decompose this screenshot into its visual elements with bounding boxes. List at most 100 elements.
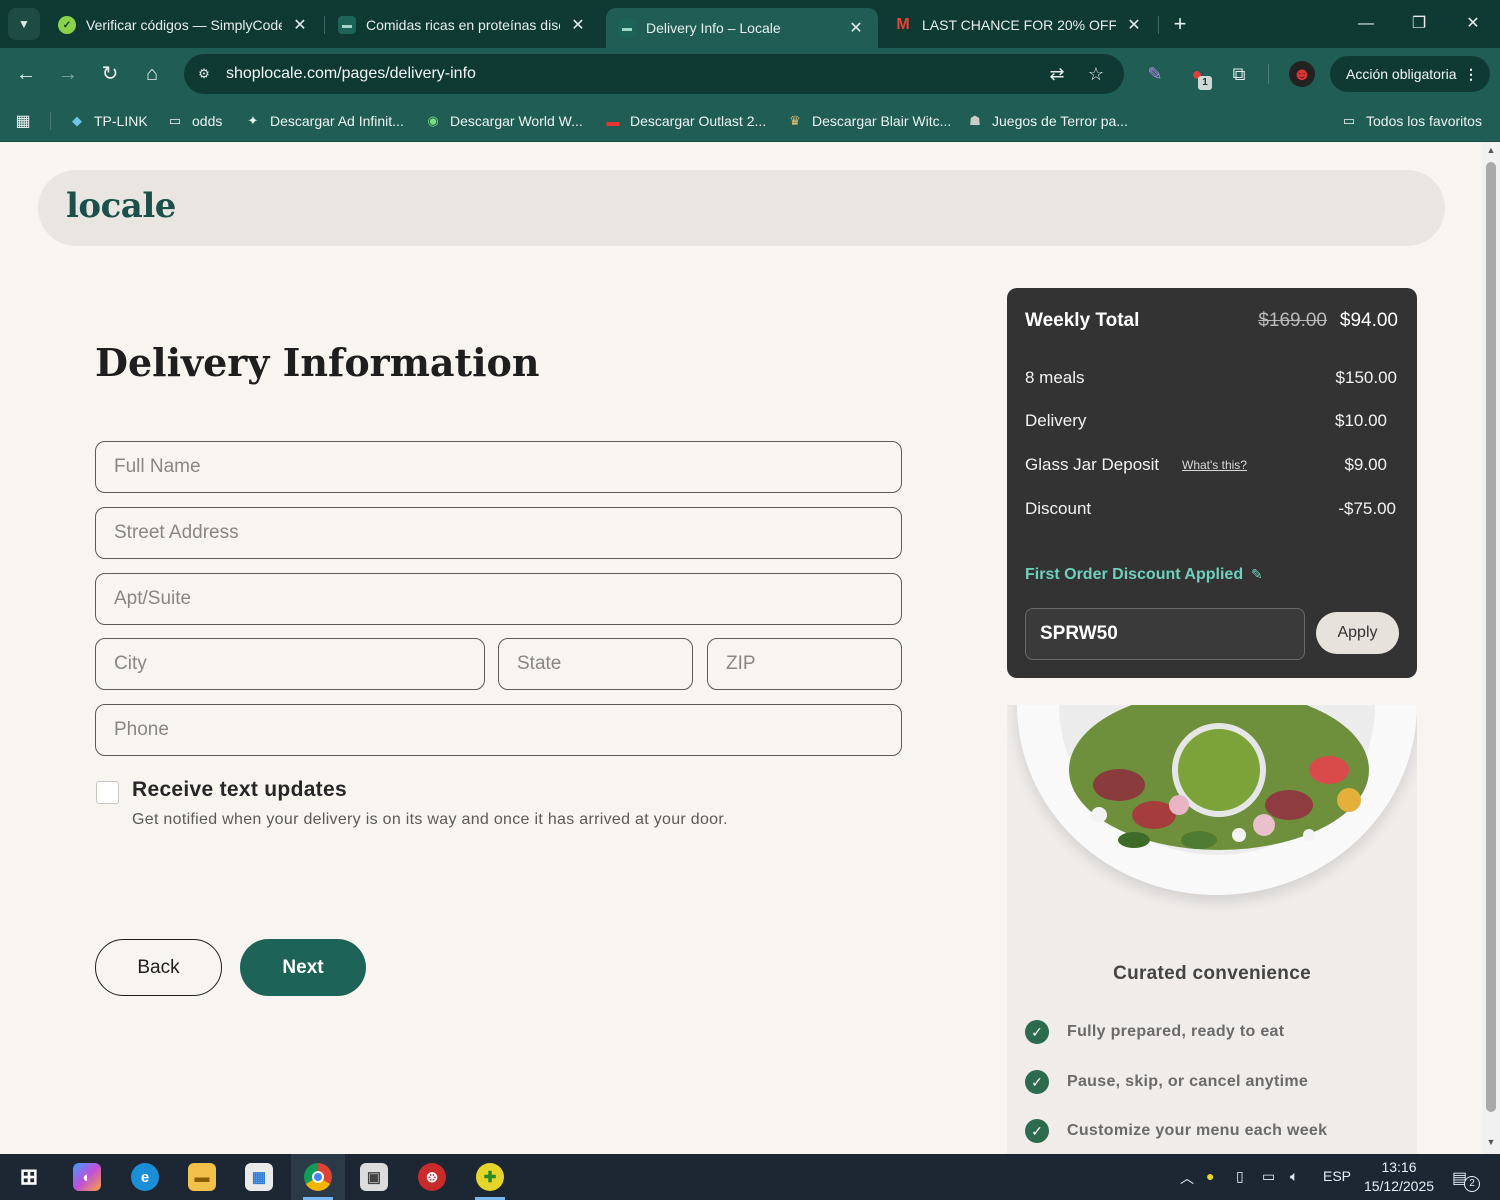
- apply-button[interactable]: Apply: [1316, 612, 1399, 654]
- bookmark-juegos-terror[interactable]: ☗ Juegos de Terror pa...: [966, 110, 1128, 132]
- curated-convenience-title: Curated convenience: [1113, 963, 1311, 984]
- taskbar-store[interactable]: ▦: [232, 1154, 286, 1200]
- taskbar-chrome[interactable]: [291, 1154, 345, 1200]
- edit-promo-icon[interactable]: ✎: [1251, 566, 1263, 583]
- taskbar-app-green[interactable]: ✚: [463, 1154, 517, 1200]
- next-button[interactable]: Next: [240, 939, 366, 996]
- close-tab-icon[interactable]: ✕: [290, 15, 310, 35]
- extension-badge: 1: [1198, 76, 1212, 90]
- back-arrow-icon[interactable]: ←: [12, 60, 40, 88]
- apt-suite-input[interactable]: [95, 573, 902, 625]
- folder-icon: ▬: [188, 1163, 216, 1191]
- pen-extension-icon[interactable]: ✎: [1142, 61, 1168, 87]
- tab-title: LAST CHANCE FOR 20% OFF - mail: [922, 17, 1116, 33]
- scrollbar-thumb[interactable]: [1486, 162, 1496, 1112]
- menu-dots-icon[interactable]: ⋮: [1464, 56, 1478, 92]
- url-text[interactable]: shoplocale.com/pages/delivery-info: [226, 65, 476, 83]
- close-window-icon[interactable]: ✕: [1459, 10, 1487, 38]
- tab-title: Delivery Info – Locale: [646, 20, 781, 36]
- forward-arrow-icon[interactable]: →: [54, 60, 82, 88]
- taskbar-edge[interactable]: e: [118, 1154, 172, 1200]
- apps-grid-icon[interactable]: ▦: [14, 110, 40, 132]
- text-updates-checkbox[interactable]: [96, 781, 119, 804]
- language-indicator[interactable]: ESP: [1323, 1168, 1351, 1184]
- promo-code-input[interactable]: SPRW50: [1025, 608, 1305, 660]
- address-bar[interactable]: ⚙ shoplocale.com/pages/delivery-info ⇄ ☆: [184, 54, 1124, 94]
- bookmark-divider: [50, 112, 51, 130]
- action-required-button[interactable]: Acción obligatoria ⋮: [1330, 56, 1490, 92]
- street-address-input[interactable]: [95, 507, 902, 559]
- phone-input[interactable]: [95, 704, 902, 756]
- minimize-icon[interactable]: —: [1352, 10, 1380, 38]
- taskbar-photos[interactable]: ▣: [347, 1154, 401, 1200]
- tab-divider: [324, 16, 325, 34]
- text-updates-label[interactable]: Receive text updates: [132, 778, 347, 802]
- zip-input[interactable]: [707, 638, 902, 690]
- tab-delivery-info[interactable]: ▬ Delivery Info – Locale ✕: [606, 8, 878, 48]
- tray-expand-icon[interactable]: ︿: [1180, 1168, 1194, 1188]
- bookmark-label: Descargar Blair Witc...: [812, 113, 952, 129]
- whats-this-link[interactable]: What's this?: [1182, 458, 1247, 472]
- order-summary-card: Weekly Total $169.00 $94.00 8 meals $150…: [1007, 288, 1417, 678]
- close-tab-icon[interactable]: ✕: [1124, 15, 1144, 35]
- bookmark-star-icon[interactable]: ☆: [1085, 63, 1107, 85]
- benefit-text: Fully prepared, ready to eat: [1067, 1023, 1285, 1040]
- plus-app-icon: ✚: [476, 1163, 504, 1191]
- locale-icon: ▬: [618, 19, 636, 37]
- benefit-text: Customize your menu each week: [1067, 1122, 1328, 1139]
- clock[interactable]: 13:16 15/12/2025: [1362, 1158, 1436, 1196]
- all-bookmarks[interactable]: ▭ Todos los favoritos: [1340, 110, 1482, 132]
- taskbar-game[interactable]: ⊛: [405, 1154, 459, 1200]
- promo-applied-text[interactable]: First Order Discount Applied: [1025, 566, 1243, 584]
- tab-simplycodes[interactable]: ✓ Verificar códigos — SimplyCodes ✕: [46, 6, 322, 44]
- restore-icon[interactable]: ❐: [1405, 10, 1433, 38]
- locale-logo[interactable]: locale: [66, 186, 176, 226]
- volume-icon[interactable]: 🔈︎: [1290, 1168, 1298, 1185]
- site-info-icon[interactable]: ⚙: [194, 64, 214, 84]
- benefit-item: ✓ Pause, skip, or cancel anytime: [1025, 1069, 1308, 1095]
- bookmark-odds[interactable]: ▭ odds: [166, 110, 223, 132]
- simplycodes-icon: ✓: [58, 16, 76, 34]
- new-tab-button[interactable]: +: [1168, 10, 1192, 38]
- windows-taskbar: ⊞ ◐ e ▬ ▦ ▣ ⊛ ✚ ︿ ● ▯ ▭ 🔈︎ ESP 13:16 15/…: [0, 1154, 1500, 1200]
- translate-icon[interactable]: ⇄: [1046, 63, 1068, 85]
- back-button[interactable]: Back: [95, 939, 222, 996]
- bookmark-ad-infinitum[interactable]: ✦ Descargar Ad Infinit...: [244, 110, 404, 132]
- bookmark-world-war[interactable]: ◉ Descargar World W...: [424, 110, 582, 132]
- close-tab-icon[interactable]: ✕: [568, 15, 588, 35]
- close-tab-icon[interactable]: ✕: [846, 18, 866, 38]
- controller-icon: ◉: [427, 113, 439, 128]
- home-icon[interactable]: ⌂: [138, 60, 166, 88]
- scroll-up-arrow-icon[interactable]: ▲: [1485, 145, 1497, 157]
- extensions-puzzle-icon[interactable]: ⧉: [1226, 61, 1252, 87]
- network-icon[interactable]: ▭: [1262, 1168, 1275, 1185]
- profile-avatar-icon[interactable]: ☻: [1289, 61, 1315, 87]
- city-input[interactable]: [95, 638, 485, 690]
- tab-title: Verificar códigos — SimplyCodes: [86, 17, 282, 33]
- tray-device-icon[interactable]: ▯: [1236, 1168, 1244, 1185]
- locale-icon: ▬: [338, 16, 356, 34]
- check-icon: ✓: [1025, 1119, 1049, 1143]
- full-name-input[interactable]: [95, 441, 902, 493]
- tplink-icon: ◆: [72, 113, 82, 128]
- game-icon: ☗: [969, 113, 981, 128]
- start-button[interactable]: ⊞: [2, 1154, 56, 1200]
- taskbar-file-explorer[interactable]: ▬: [175, 1154, 229, 1200]
- tab-search-button[interactable]: ▼: [8, 8, 40, 40]
- tab-gmail[interactable]: M LAST CHANCE FOR 20% OFF - mail ✕: [882, 6, 1156, 44]
- tray-app-icon[interactable]: ●: [1206, 1168, 1214, 1184]
- salad-ingredients: [1069, 705, 1369, 850]
- bookmark-label: Juegos de Terror pa...: [992, 113, 1128, 129]
- tab-comidas[interactable]: ▬ Comidas ricas en proteínas diseñadas p…: [326, 6, 600, 44]
- reload-icon[interactable]: ↻: [96, 60, 124, 88]
- weekly-total-label: Weekly Total: [1025, 310, 1140, 331]
- bookmark-outlast[interactable]: ▬ Descargar Outlast 2...: [604, 110, 767, 132]
- bookmark-blair-witch[interactable]: ♛ Descargar Blair Witc...: [786, 110, 951, 132]
- page-scrollbar[interactable]: ▲ ▼: [1482, 142, 1500, 1154]
- bookmark-tplink[interactable]: ◆ TP-LINK: [68, 110, 148, 132]
- scroll-down-arrow-icon[interactable]: ▼: [1485, 1137, 1497, 1149]
- game-icon: ♛: [789, 113, 801, 128]
- taskbar-copilot[interactable]: ◐: [60, 1154, 114, 1200]
- state-input[interactable]: [498, 638, 693, 690]
- copilot-icon: ◐: [73, 1163, 101, 1191]
